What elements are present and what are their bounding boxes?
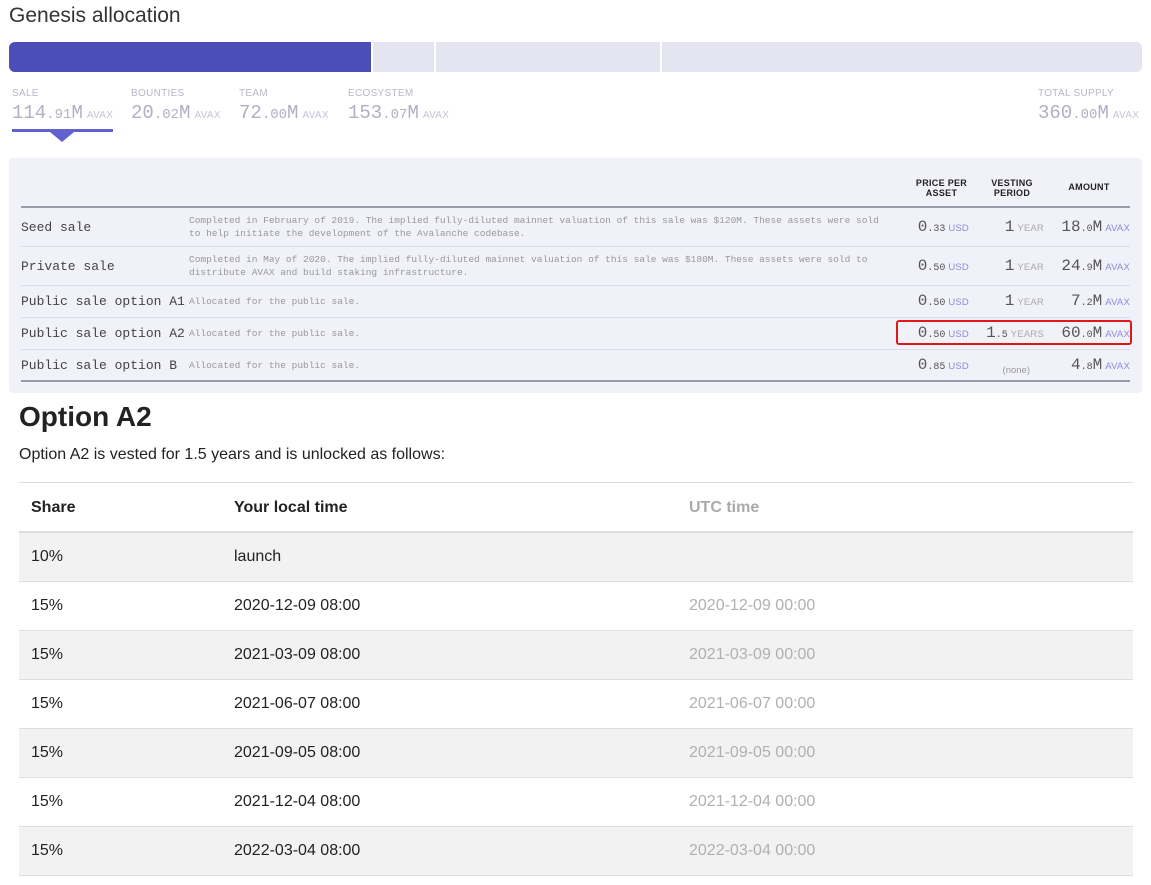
amount-value: 24.9M AVAX [1061,257,1130,275]
price-value: 0.33 USD [917,218,969,236]
header-share: Share [31,499,76,516]
tab-value: 360.00M AVAX [1038,102,1140,124]
header-vesting-period: VESTING PERIOD [991,178,1033,198]
tab-value: 72.00M AVAX [239,102,329,124]
tab-label: ECOSYSTEM [348,88,414,99]
share-cell: 15% [31,695,64,712]
table-row: 15% 2020-12-09 08:00 2020-12-09 00:00 [19,582,1133,631]
utc-time-cell: 2021-09-05 00:00 [689,744,816,761]
tab-team[interactable]: TEAM 72.00M AVAX [239,88,329,125]
option-title: Option A2 [19,401,152,432]
option-description: Option A2 is vested for 1.5 years and is… [19,446,446,463]
local-time-cell: 2021-03-09 08:00 [234,646,361,663]
tab-value: 20.02M AVAX [131,102,221,124]
sale-description: Allocated for the public sale. [189,328,361,339]
selection-highlight [896,320,1132,345]
amount-value: 7.2M AVAX [1071,292,1130,310]
sale-row-seed[interactable]: Seed sale Completed in February of 2019.… [21,208,1130,247]
table-row: 15% 2022-03-04 08:00 2022-03-04 00:00 [19,827,1133,876]
tab-label: BOUNTIES [131,88,185,99]
amount-value: 4.8M AVAX [1071,356,1130,374]
tab-label: TOTAL SUPPLY [1038,88,1115,99]
table-row: 15% 2021-03-09 08:00 2021-03-09 00:00 [19,631,1133,680]
utc-time-cell: 2021-12-04 00:00 [689,793,816,810]
sale-description: Completed in February of 2019. The impli… [189,215,879,239]
price-value: 0.85 USD [917,356,969,374]
vesting-value: 1 YEAR [1004,218,1044,236]
active-tab-caret-icon [50,132,74,142]
sale-name: Public sale option A1 [21,294,185,309]
table-row: 15% 2021-06-07 08:00 2021-06-07 00:00 [19,680,1133,729]
header-price-per-asset: PRICE PER ASSET [915,178,968,198]
local-time-cell: launch [234,548,282,565]
allocation-segment-bounties[interactable] [370,42,434,72]
sale-name: Public sale option B [21,358,178,373]
tab-label: SALE [12,88,39,99]
share-cell: 15% [31,597,64,614]
vesting-value: 1 YEAR [1004,292,1044,310]
allocation-segment-ecosystem[interactable] [660,42,1142,72]
local-time-cell: 2021-06-07 08:00 [234,695,361,712]
allocation-segment-team[interactable] [433,42,661,72]
utc-time-cell: 2020-12-09 00:00 [689,597,816,614]
table-row: 15% 2021-09-05 08:00 2021-09-05 00:00 [19,729,1133,778]
vesting-value: (none) [1002,365,1030,376]
share-cell: 15% [31,793,64,810]
sale-name: Seed sale [21,220,92,235]
price-value: 0.50 USD [917,292,969,310]
sale-breakdown-panel: PRICE PER ASSET VESTING PERIOD AMOUNT Seed… [9,158,1142,393]
allocation-bar [9,42,1142,72]
tab-bounties[interactable]: BOUNTIES 20.02M AVAX [131,88,221,125]
local-time-cell: 2021-09-05 08:00 [234,744,361,761]
utc-time-cell: 2021-03-09 00:00 [689,646,816,663]
header-utc-time: UTC time [689,499,760,516]
share-cell: 15% [31,842,64,859]
header-amount: AMOUNT [1068,182,1110,192]
tab-value: 153.07M AVAX [348,102,450,124]
vesting-schedule-table: Share Your local time UTC time 10% launc… [19,482,1133,876]
tab-label: TEAM [239,88,268,99]
sale-name: Private sale [21,259,115,274]
sale-row-private[interactable]: Private sale Completed in May of 2020. T… [21,247,1130,286]
table-row: 10% launch [19,533,1133,582]
share-cell: 15% [31,744,64,761]
share-cell: 10% [31,548,64,565]
allocation-tabs: SALE 114.91M AVAX BOUNTIES 20.02M AVAX TEA… [12,88,1140,144]
sale-description: Completed in May of 2020. The implied fu… [189,254,868,278]
sale-description: Allocated for the public sale. [189,360,361,371]
vesting-value: 1 YEAR [1004,257,1044,275]
tab-sale[interactable]: SALE 114.91M AVAX [12,88,114,125]
price-value: 0.50 USD [917,257,969,275]
tab-ecosystem[interactable]: ECOSYSTEM 153.07M AVAX [348,88,450,125]
page-title: Genesis allocation [9,4,181,27]
tab-total-supply: TOTAL SUPPLY 360.00M AVAX [1038,88,1140,125]
table-row: 15% 2021-12-04 08:00 2021-12-04 00:00 [19,778,1133,827]
local-time-cell: 2022-03-04 08:00 [234,842,361,859]
local-time-cell: 2021-12-04 08:00 [234,793,361,810]
table-rule [21,380,1130,382]
allocation-segment-sale[interactable] [9,42,371,72]
local-time-cell: 2020-12-09 08:00 [234,597,361,614]
share-cell: 15% [31,646,64,663]
sale-name: Public sale option A2 [21,326,185,341]
utc-time-cell: 2022-03-04 00:00 [689,842,816,859]
sale-description: Allocated for the public sale. [189,296,361,307]
table-header-row: Share Your local time UTC time [19,483,1133,533]
sale-row-public-a1[interactable]: Public sale option A1 Allocated for the … [21,286,1130,318]
utc-time-cell: 2021-06-07 00:00 [689,695,816,712]
tab-value: 114.91M AVAX [12,102,114,124]
amount-value: 18.0M AVAX [1061,218,1130,236]
sale-row-public-b[interactable]: Public sale option B Allocated for the p… [21,350,1130,380]
header-local-time: Your local time [234,499,348,516]
